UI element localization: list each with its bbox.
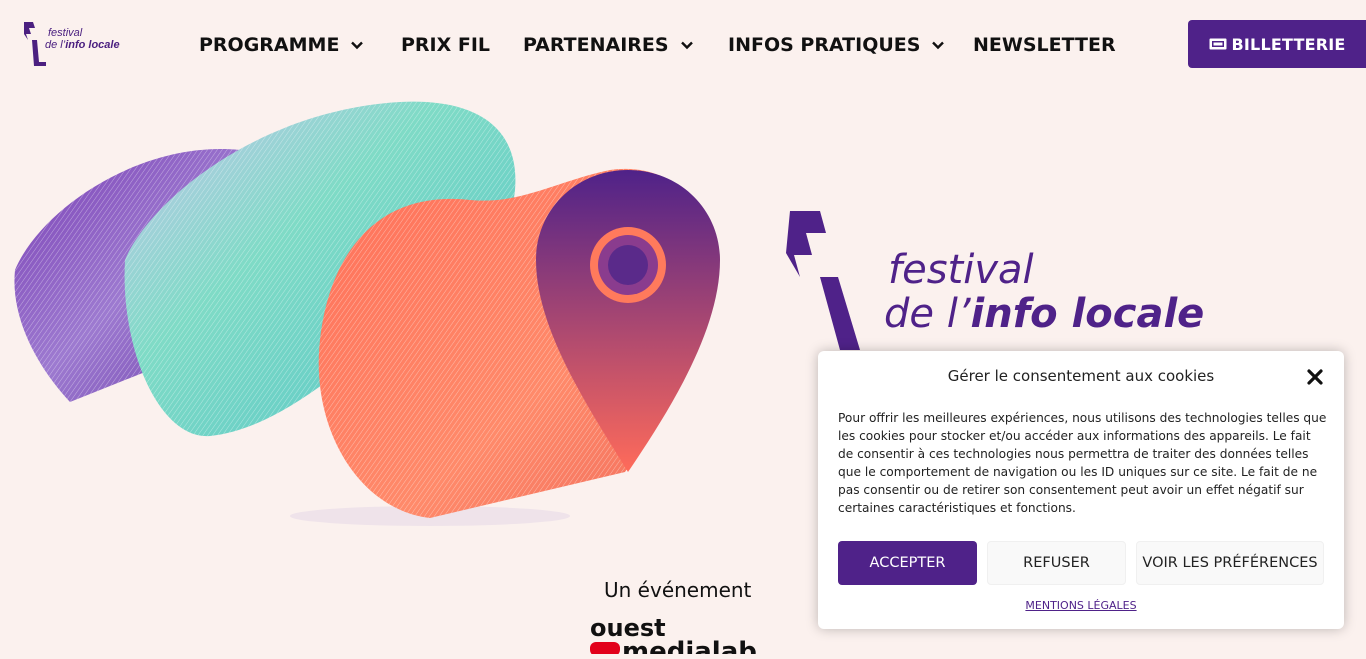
nav-prix-fil[interactable]: PRIX FIL — [401, 30, 490, 60]
event-organizer-label: Un événement — [604, 578, 752, 602]
logo-text-festival: festival — [888, 247, 1034, 293]
nav-label: INFOS PRATIQUES — [728, 34, 921, 56]
cookie-dialog-description: Pour offrir les meilleures expériences, … — [838, 411, 1327, 515]
nav-infos-pratiques[interactable]: INFOS PRATIQUES — [728, 30, 945, 60]
nav-label: NEWSLETTER — [973, 34, 1116, 56]
close-icon[interactable] — [1306, 368, 1324, 386]
nav-label: PARTENAIRES — [523, 34, 669, 56]
logo-text-festival: festival — [48, 27, 83, 39]
ouest-medialab-logo[interactable]: ouest medialab — [588, 614, 788, 659]
nav-newsletter[interactable]: NEWSLETTER — [973, 30, 1116, 60]
nav-programme[interactable]: PROGRAMME — [199, 30, 364, 60]
chevron-down-icon — [680, 41, 693, 50]
logo-text-info-locale: de l’info locale — [884, 291, 1205, 337]
logo-text-info-locale: de l’info locale — [45, 39, 120, 51]
preferences-button[interactable]: VOIR LES PRÉFÉRENCES — [1136, 541, 1324, 585]
ticket-icon — [1209, 38, 1226, 50]
nav-partenaires[interactable]: PARTENAIRES — [523, 30, 693, 60]
hero-illustration — [0, 90, 740, 540]
billetterie-label: BILLETTERIE — [1231, 34, 1346, 54]
cookie-dialog-title: Gérer le consentement aux cookies — [947, 367, 1215, 385]
site-header: festival de l’info locale PROGRAMME PRIX… — [0, 0, 1366, 90]
nav-label: PROGRAMME — [199, 34, 340, 56]
fil-logo-mark-icon — [24, 22, 46, 66]
accept-button[interactable]: ACCEPTER — [838, 541, 977, 585]
refuse-button[interactable]: REFUSER — [987, 541, 1126, 585]
nav-label: PRIX FIL — [401, 34, 491, 56]
festival-logo: festival de l’info locale — [780, 205, 1210, 355]
cookie-consent-dialog: Gérer le consentement aux cookies Pour o… — [818, 351, 1344, 629]
fil-logo-mark-icon — [786, 211, 860, 350]
site-logo[interactable]: festival de l’info locale — [22, 22, 122, 68]
chevron-down-icon — [932, 41, 945, 50]
legal-notice-link[interactable]: MENTIONS LÉGALES — [818, 599, 1344, 612]
billetterie-button[interactable]: BILLETTERIE — [1188, 20, 1366, 68]
medialab-logo-text: medialab — [622, 637, 757, 654]
chevron-down-icon — [351, 41, 364, 50]
